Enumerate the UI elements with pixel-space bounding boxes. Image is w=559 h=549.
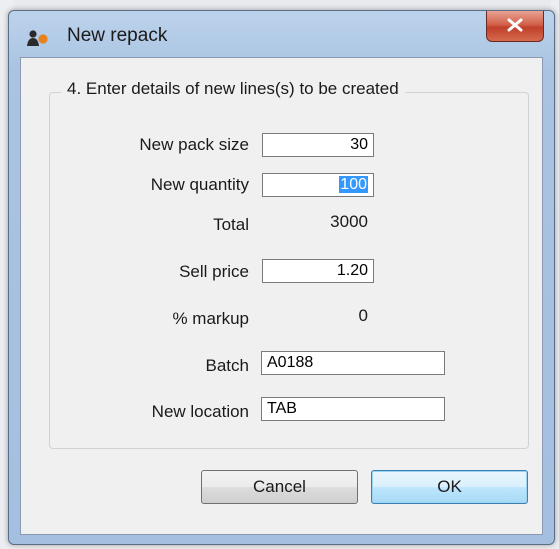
repack-app-icon [27,29,49,47]
pack-size-field[interactable]: 30 [262,133,374,157]
location-field[interactable]: TAB [261,397,445,421]
batch-label: Batch [205,356,249,375]
title-bar[interactable]: New repack [9,11,554,57]
new-repack-dialog: New repack 4. Enter details of new lines… [8,10,555,545]
window-title: New repack [67,25,168,46]
total-value: 3000 [330,212,368,231]
sell-price-label: Sell price [179,262,249,281]
quantity-selected-text: 100 [339,176,368,193]
quantity-label: New quantity [150,175,249,194]
markup-label: % markup [172,309,249,328]
close-button[interactable] [486,11,544,42]
batch-field[interactable]: A0188 [261,351,445,375]
cancel-button[interactable]: Cancel [201,470,358,504]
sell-price-field[interactable]: 1.20 [262,259,374,283]
quantity-field[interactable]: 100 [262,173,374,197]
ok-button[interactable]: OK [371,470,528,504]
close-icon [507,18,523,32]
markup-value: 0 [358,306,368,325]
location-label: New location [151,402,249,421]
total-label: Total [213,215,249,234]
pack-size-label: New pack size [139,135,249,154]
dialog-body: 4. Enter details of new lines(s) to be c… [20,57,543,535]
group-title: 4. Enter details of new lines(s) to be c… [61,79,405,99]
